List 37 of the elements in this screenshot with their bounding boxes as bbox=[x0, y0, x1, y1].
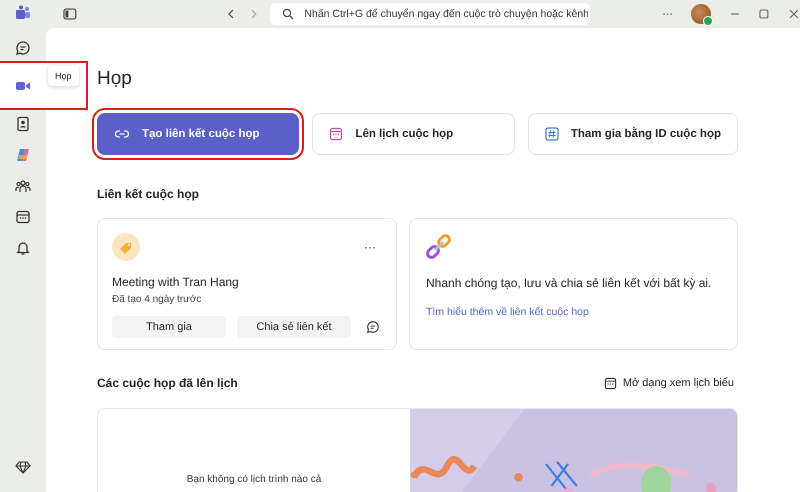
meeting-subtitle: Đã tạo 4 ngày trước bbox=[112, 294, 202, 305]
avatar[interactable] bbox=[690, 4, 711, 24]
maximize-icon[interactable] bbox=[758, 8, 770, 20]
people-icon bbox=[15, 178, 31, 194]
diamond-icon[interactable] bbox=[15, 459, 31, 475]
meeting-button[interactable]: Tham gia bbox=[112, 316, 226, 338]
action-button[interactable]: Lên lịch cuộc họp bbox=[312, 113, 515, 155]
page-title: Họp bbox=[97, 68, 133, 90]
calendar-icon bbox=[15, 208, 31, 224]
section-title: Các cuộc họp đã lên lịch bbox=[97, 376, 238, 390]
status-badge bbox=[702, 16, 713, 26]
chat-icon bbox=[15, 40, 31, 56]
meeting-title: Meeting with Tran Hang bbox=[112, 275, 240, 289]
teams-logo-icon[interactable] bbox=[15, 5, 31, 21]
search-field[interactable]: Nhấn Ctrl+G để chuyển ngay đến cuộc trò chuyện hoặc kênh bbox=[270, 3, 590, 25]
tooltip: Họp bbox=[48, 66, 79, 86]
copilot-icon bbox=[15, 146, 31, 162]
calendar-view-button[interactable]: Mở dạng xem lịch biểu bbox=[604, 376, 738, 390]
hash-icon bbox=[544, 127, 559, 141]
meeting-button[interactable]: Chia sẻ liên kết bbox=[237, 316, 351, 338]
more-options-button[interactable]: ··· bbox=[364, 240, 382, 254]
sidebar-toggle-icon[interactable] bbox=[63, 7, 77, 21]
calendar-icon bbox=[604, 376, 617, 390]
tag-icon bbox=[112, 233, 140, 261]
search-icon bbox=[282, 8, 294, 20]
calendar-icon bbox=[329, 127, 344, 141]
empty-message: Bạn không có lịch trình nào cả bbox=[186, 474, 322, 485]
section-title: Liên kết cuộc họp bbox=[97, 187, 200, 201]
contact-book-icon bbox=[15, 116, 31, 132]
more-options-button[interactable]: ··· bbox=[662, 8, 673, 20]
action-button[interactable]: Tham gia bằng ID cuộc họp bbox=[528, 113, 738, 155]
chain-link-icon bbox=[426, 233, 452, 259]
bell-icon bbox=[15, 240, 31, 256]
chat-icon[interactable] bbox=[366, 320, 380, 334]
close-icon[interactable] bbox=[788, 8, 800, 20]
promo-text: Nhanh chóng tạo, lưu và chia sẻ liên kết với bất kỳ ai. bbox=[426, 276, 712, 290]
learn-more-link[interactable]: Tìm hiểu thêm về liên kết cuộc họp bbox=[426, 306, 721, 318]
